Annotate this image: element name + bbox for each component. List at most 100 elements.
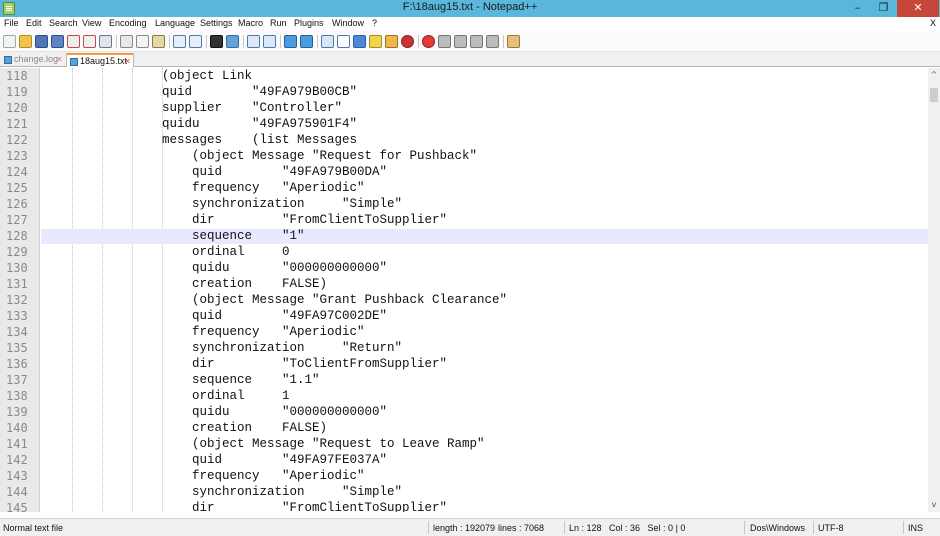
line-number: 128 (6, 229, 28, 243)
maximize-button[interactable]: ❐ (871, 0, 896, 17)
line-number: 131 (6, 277, 28, 291)
tab-change-log[interactable]: change.log ✕ (1, 53, 65, 67)
toolbar-separator (418, 35, 419, 48)
undo-icon[interactable] (173, 35, 186, 48)
toolbar-separator (169, 35, 170, 48)
code-line: quid "49FA97FE037A" (192, 453, 388, 467)
line-number: 126 (6, 197, 28, 211)
scroll-down-arrow-icon[interactable]: v (928, 500, 940, 510)
code-line: (object Message "Request to Leave Ramp" (192, 437, 485, 451)
menu-window[interactable]: Window (332, 18, 364, 28)
status-divider (428, 521, 429, 534)
copy-icon[interactable] (136, 35, 149, 48)
line-number: 137 (6, 373, 28, 387)
word-wrap-icon[interactable] (321, 35, 334, 48)
toolbar-separator (116, 35, 117, 48)
code-line: dir "ToClientFromSupplier" (192, 357, 448, 371)
save-icon[interactable] (35, 35, 48, 48)
menu-bar: File Edit Search View Encoding Language … (0, 17, 940, 31)
close-all-icon[interactable] (83, 35, 96, 48)
menu-macro[interactable]: Macro (238, 18, 263, 28)
redo-icon[interactable] (189, 35, 202, 48)
document-map-icon[interactable] (369, 35, 382, 48)
replace-icon[interactable] (226, 35, 239, 48)
status-cursor-position: Ln : 128 Col : 36 Sel : 0 | 0 (569, 523, 686, 533)
current-code-line: sequence "1" (41, 229, 928, 244)
status-divider (744, 521, 745, 534)
vertical-scrollbar[interactable]: ^ v (928, 68, 940, 512)
menu-plugins[interactable]: Plugins (294, 18, 324, 28)
zoom-out-icon[interactable] (263, 35, 276, 48)
sync-vertical-icon[interactable] (284, 35, 297, 48)
tab-close-icon[interactable]: ✕ (55, 55, 64, 64)
run-macro-multiple-icon[interactable] (470, 35, 483, 48)
save-all-icon[interactable] (51, 35, 64, 48)
spell-check-icon[interactable] (401, 35, 414, 48)
tab-18aug15[interactable]: 18aug15.txt ✕ (66, 53, 134, 67)
code-line: creation FALSE) (192, 277, 328, 291)
code-line: synchronization "Return" (192, 341, 403, 355)
find-icon[interactable] (210, 35, 223, 48)
scroll-thumb[interactable] (930, 88, 938, 102)
close-file-icon[interactable] (67, 35, 80, 48)
menu-view[interactable]: View (82, 18, 101, 28)
code-line: frequency "Aperiodic" (192, 181, 365, 195)
menu-file[interactable]: File (4, 18, 19, 28)
code-line: (object Message "Request for Pushback" (192, 149, 478, 163)
line-number: 136 (6, 357, 28, 371)
paste-icon[interactable] (152, 35, 165, 48)
tab-label: 18aug15.txt (80, 56, 128, 66)
line-number: 143 (6, 469, 28, 483)
status-length: length : 192079 (433, 523, 496, 533)
line-number: 135 (6, 341, 28, 355)
zoom-in-icon[interactable] (247, 35, 260, 48)
line-number-gutter: 118 119 120 121 122 123 124 125 126 127 … (0, 68, 40, 512)
show-all-characters-icon[interactable] (337, 35, 350, 48)
code-line: messages (list Messages (162, 133, 358, 147)
line-number: 122 (6, 133, 28, 147)
close-document-button[interactable]: X (930, 18, 936, 28)
scroll-up-arrow-icon[interactable]: ^ (928, 70, 940, 80)
code-line: quidu "000000000000" (192, 261, 388, 275)
line-number: 118 (6, 69, 28, 83)
record-macro-icon[interactable] (422, 35, 435, 48)
cut-icon[interactable] (120, 35, 133, 48)
close-button[interactable]: ✕ (897, 0, 939, 17)
menu-settings[interactable]: Settings (200, 18, 233, 28)
menu-language[interactable]: Language (155, 18, 195, 28)
status-insert-mode: INS (908, 523, 924, 533)
open-file-icon[interactable] (19, 35, 32, 48)
print-icon[interactable] (99, 35, 112, 48)
plugin-icon[interactable] (507, 35, 520, 48)
toolbar-separator (503, 35, 504, 48)
code-line: (object Link (162, 69, 253, 83)
stop-macro-icon[interactable] (438, 35, 451, 48)
code-line: dir "FromClientToSupplier" (192, 213, 448, 227)
menu-encoding[interactable]: Encoding (109, 18, 147, 28)
new-file-icon[interactable] (3, 35, 16, 48)
sync-horizontal-icon[interactable] (300, 35, 313, 48)
status-lines: lines : 7068 (498, 523, 545, 533)
menu-search[interactable]: Search (49, 18, 78, 28)
menu-run[interactable]: Run (270, 18, 287, 28)
line-number: 144 (6, 485, 28, 499)
play-macro-icon[interactable] (454, 35, 467, 48)
menu-edit[interactable]: Edit (26, 18, 42, 28)
status-divider (903, 521, 904, 534)
code-line: dir "FromClientToSupplier" (192, 501, 448, 512)
menu-help[interactable]: ? (372, 18, 377, 28)
editor-area[interactable]: 118 119 120 121 122 123 124 125 126 127 … (0, 68, 928, 512)
tab-close-icon[interactable]: ✕ (123, 57, 132, 66)
function-list-icon[interactable] (385, 35, 398, 48)
indent-guide-icon[interactable] (353, 35, 366, 48)
save-macro-icon[interactable] (486, 35, 499, 48)
code-line: quid "49FA979B00CB" (162, 85, 358, 99)
status-divider (813, 521, 814, 534)
line-number: 119 (6, 85, 28, 99)
document-icon (4, 56, 12, 64)
tab-label: change.log (14, 54, 59, 64)
toolbar (0, 31, 940, 52)
minimize-button[interactable]: – (845, 0, 870, 17)
code-line: frequency "Aperiodic" (192, 325, 365, 339)
line-number: 123 (6, 149, 28, 163)
